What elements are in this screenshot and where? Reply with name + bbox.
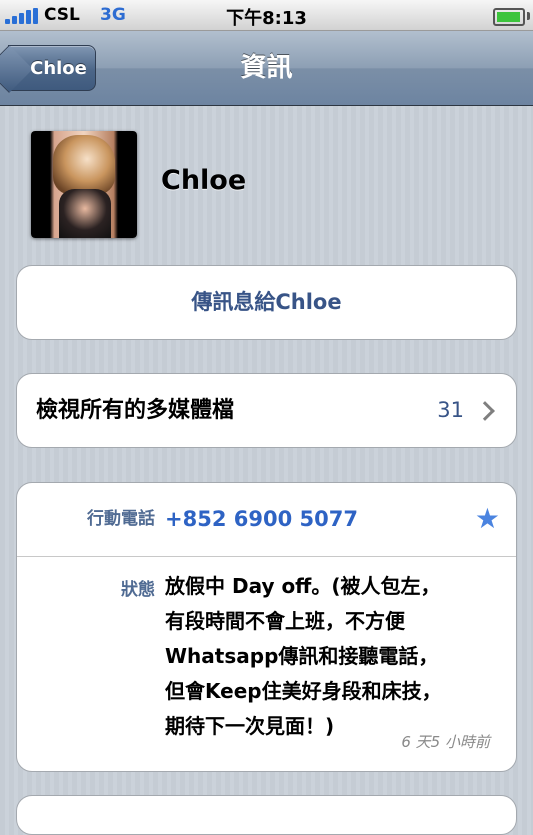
avatar[interactable] xyxy=(31,131,137,238)
status-line: 有段時間不會上班，不方便 xyxy=(165,609,405,633)
navigation-bar: 資訊 Chloe xyxy=(0,31,533,106)
clock: 下午8:13 xyxy=(226,8,307,29)
media-count: 31 xyxy=(437,398,464,422)
back-arrow-icon xyxy=(0,44,34,94)
status-text: 放假中 Day off。(被人包左， 有段時間不會上班，不方便 Whatsapp… xyxy=(165,569,505,744)
back-button[interactable]: Chloe xyxy=(0,44,96,94)
contact-name: Chloe xyxy=(161,165,247,196)
view-media-cell[interactable]: 檢視所有的多媒體檔 31 xyxy=(16,373,517,448)
avatar-photo xyxy=(31,131,137,238)
status-bar: CSL 3G 下午8:13 xyxy=(0,0,533,31)
phone-label: 行動電話 xyxy=(87,509,155,529)
back-button-label: Chloe xyxy=(30,58,87,79)
status-timestamp: 6 天5 小時前 xyxy=(401,733,490,751)
send-message-button[interactable]: 傳訊息給Chloe xyxy=(17,266,516,339)
send-message-cell[interactable]: 傳訊息給Chloe xyxy=(16,265,517,340)
status-line: 放假中 Day off。(被人包左， xyxy=(165,574,441,598)
star-icon[interactable]: ★ xyxy=(475,501,500,537)
view-media-label: 檢視所有的多媒體檔 xyxy=(36,398,235,423)
status-line: 但會Keep住美好身段和床技， xyxy=(165,679,442,703)
phone-row[interactable]: 行動電話 +852 6900 5077 ★ xyxy=(17,483,516,557)
contact-info-group: 行動電話 +852 6900 5077 ★ 狀態 放假中 Day off。(被人… xyxy=(16,482,517,772)
status-line: Whatsapp傳訊和接聽電話， xyxy=(165,644,439,668)
next-group xyxy=(16,795,517,835)
chevron-right-icon xyxy=(475,401,495,421)
battery-icon xyxy=(493,8,525,26)
phone-number[interactable]: +852 6900 5077 xyxy=(165,483,358,556)
status-label: 狀態 xyxy=(121,580,155,600)
